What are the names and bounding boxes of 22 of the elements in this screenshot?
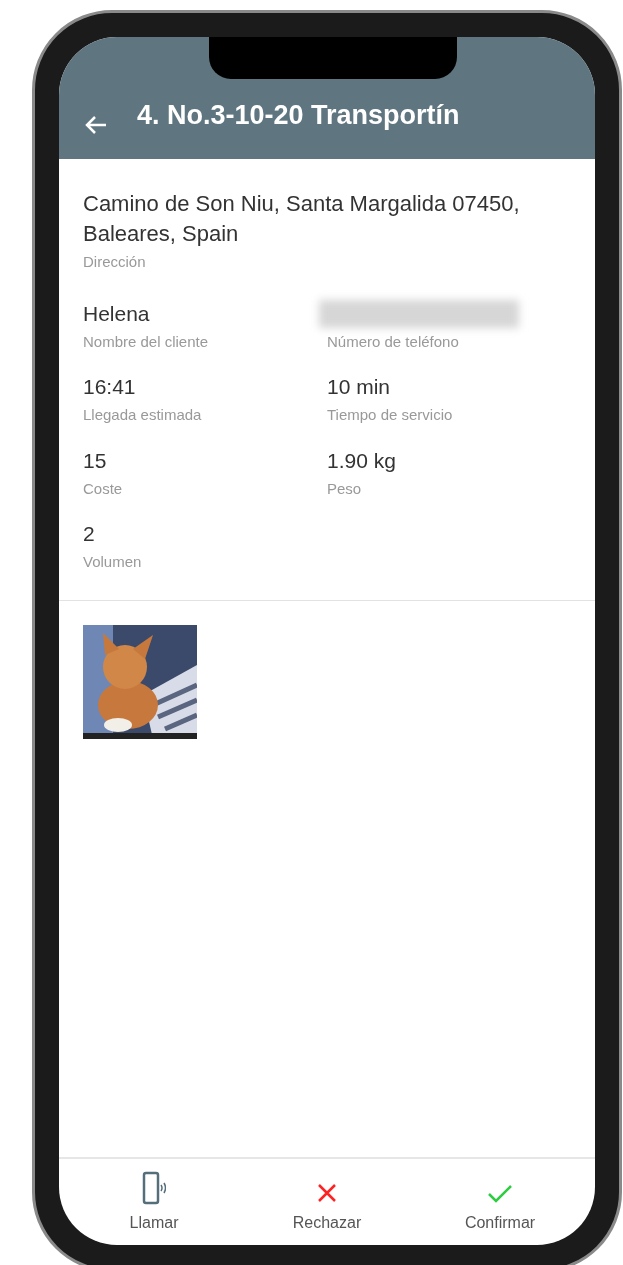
- action-button[interactable]: Confirmar: [445, 1171, 555, 1235]
- action-button[interactable]: Llamar: [99, 1171, 209, 1235]
- field-label: Nombre del cliente: [83, 331, 210, 352]
- phone-ringing-icon: [142, 1171, 166, 1205]
- field-value: 10 min: [327, 374, 392, 400]
- field-value: 2: [83, 521, 96, 547]
- field-value: 1.90 kg: [327, 447, 397, 474]
- address-value: Camino de Son Niu, Santa Margalida 07450, Baleares, Spain: [83, 190, 521, 248]
- field-label: Tiempo de servicio: [327, 405, 454, 425]
- address-label: Dirección: [83, 252, 147, 272]
- field-label: Número de teléfono: [327, 331, 460, 352]
- back-button[interactable]: [85, 115, 107, 135]
- field-label: Volumen: [83, 552, 143, 572]
- action-button[interactable]: Rechazar: [272, 1171, 382, 1235]
- field-value: 16:41: [83, 374, 137, 400]
- field-value: 15: [83, 447, 108, 474]
- screen-title: 4. No.3-10-20 Transportín: [137, 98, 460, 132]
- back-arrow-icon: [85, 115, 107, 135]
- field-label: Peso: [327, 478, 363, 499]
- field-value: Helena: [83, 300, 151, 327]
- field-label: Coste: [83, 478, 124, 499]
- field-label: Llegada estimada: [83, 405, 203, 425]
